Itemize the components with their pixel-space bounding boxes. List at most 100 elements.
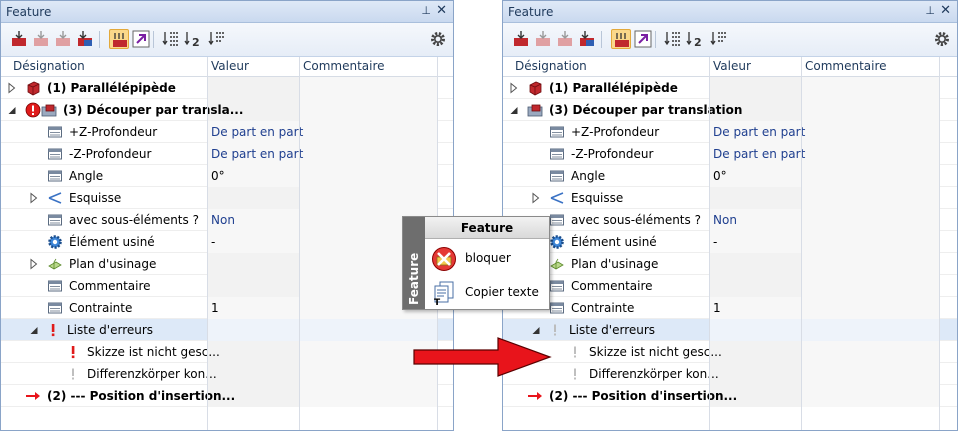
comment-cell[interactable]: [801, 209, 939, 231]
comment-cell[interactable]: [801, 341, 939, 363]
table-row[interactable]: Differenzkörper kon...: [1, 363, 453, 385]
table-row[interactable]: Élément usiné -: [503, 231, 957, 253]
insert-red-icon[interactable]: [9, 29, 29, 49]
comment-cell[interactable]: [801, 143, 939, 165]
table-row[interactable]: Liste d'erreurs: [1, 319, 453, 341]
expand-arrow-icon[interactable]: [509, 82, 519, 94]
comment-cell[interactable]: [801, 253, 939, 275]
comment-cell[interactable]: [801, 231, 939, 253]
column-header-value[interactable]: Valeur: [713, 59, 751, 73]
value-cell[interactable]: [207, 77, 299, 99]
cursor-purple-icon[interactable]: [633, 29, 653, 49]
expand-arrow-icon[interactable]: [7, 82, 17, 94]
insert-grey2-icon[interactable]: [555, 29, 575, 49]
table-row[interactable]: (1) Parallélépipède: [1, 77, 453, 99]
comment-cell[interactable]: [299, 385, 437, 407]
comment-cell[interactable]: [299, 99, 437, 121]
comment-cell[interactable]: [801, 165, 939, 187]
value-cell[interactable]: [207, 341, 299, 363]
active-insert-icon[interactable]: [109, 29, 129, 49]
sort-list-icon[interactable]: [663, 29, 683, 49]
pin-icon[interactable]: ⊥: [925, 4, 935, 17]
insert-blue-icon[interactable]: [75, 29, 95, 49]
comment-cell[interactable]: [801, 363, 939, 385]
sort-filter-icon[interactable]: [207, 29, 227, 49]
table-row[interactable]: Plan d'usinage: [1, 253, 453, 275]
value-cell[interactable]: [709, 187, 801, 209]
collapse-arrow-icon[interactable]: [7, 104, 17, 116]
table-row[interactable]: (2) --- Position d'insertion...: [1, 385, 453, 407]
table-row[interactable]: (3) Découper par translа...: [1, 99, 453, 121]
table-row[interactable]: +Z-Profondeur De part en part: [503, 121, 957, 143]
value-cell[interactable]: [207, 275, 299, 297]
comment-cell[interactable]: [801, 77, 939, 99]
insert-grey-icon[interactable]: [31, 29, 51, 49]
table-row[interactable]: Differenzkörper kon...: [503, 363, 957, 385]
insert-grey2-icon[interactable]: [53, 29, 73, 49]
comment-cell[interactable]: [801, 99, 939, 121]
value-cell[interactable]: [709, 297, 801, 319]
column-header-comment[interactable]: Commentaire: [303, 59, 385, 73]
sort-filter-icon[interactable]: [709, 29, 729, 49]
insert-red-icon[interactable]: [511, 29, 531, 49]
sort-list-icon[interactable]: [161, 29, 181, 49]
comment-cell[interactable]: [801, 385, 939, 407]
table-row[interactable]: Élément usiné -: [1, 231, 453, 253]
table-row[interactable]: Plan d'usinage: [503, 253, 957, 275]
table-row[interactable]: -Z-Profondeur De part en part: [1, 143, 453, 165]
comment-cell[interactable]: [299, 121, 437, 143]
table-row[interactable]: Skizze ist nicht gesc...: [1, 341, 453, 363]
comment-cell[interactable]: [801, 121, 939, 143]
table-row[interactable]: Esquisse: [1, 187, 453, 209]
table-row[interactable]: (3) Découper par translation: [503, 99, 957, 121]
cursor-purple-icon[interactable]: [131, 29, 151, 49]
table-row[interactable]: Commentaire: [503, 275, 957, 297]
value-cell[interactable]: [709, 77, 801, 99]
value-cell[interactable]: [207, 187, 299, 209]
expand-arrow-icon[interactable]: [29, 258, 39, 270]
collapse-arrow-icon[interactable]: [531, 324, 541, 336]
menu-item-copy-text[interactable]: T Copier texte: [427, 277, 547, 309]
value-cell[interactable]: [709, 231, 801, 253]
comment-cell[interactable]: [801, 275, 939, 297]
active-insert-icon[interactable]: [611, 29, 631, 49]
comment-cell[interactable]: [801, 319, 939, 341]
settings-gear-icon[interactable]: [429, 30, 447, 48]
table-row[interactable]: Esquisse: [503, 187, 957, 209]
column-header-designation[interactable]: Désignation: [13, 59, 85, 73]
expand-arrow-icon[interactable]: [29, 192, 39, 204]
value-cell[interactable]: [709, 275, 801, 297]
table-row[interactable]: (1) Parallélépipède: [503, 77, 957, 99]
value-cell[interactable]: [207, 253, 299, 275]
settings-gear-icon[interactable]: [933, 30, 951, 48]
collapse-arrow-icon[interactable]: [29, 324, 39, 336]
table-row[interactable]: (2) --- Position d'insertion...: [503, 385, 957, 407]
table-row[interactable]: avec sous-éléments ? Non: [1, 209, 453, 231]
value-cell[interactable]: [709, 253, 801, 275]
close-icon[interactable]: ✕: [436, 3, 447, 18]
table-row[interactable]: +Z-Profondeur De part en part: [1, 121, 453, 143]
sort-numbered-icon[interactable]: 2: [183, 29, 203, 49]
value-cell[interactable]: [709, 319, 801, 341]
table-row[interactable]: Contrainte 1: [1, 297, 453, 319]
insert-grey-icon[interactable]: [533, 29, 553, 49]
table-row[interactable]: avec sous-éléments ? Non: [503, 209, 957, 231]
close-icon[interactable]: ✕: [940, 3, 951, 18]
value-cell[interactable]: [207, 297, 299, 319]
menu-item-block[interactable]: bloquer: [427, 243, 547, 275]
value-cell[interactable]: [709, 363, 801, 385]
table-row[interactable]: Commentaire: [1, 275, 453, 297]
pin-icon[interactable]: ⊥: [421, 4, 431, 17]
table-row[interactable]: Angle 0°: [503, 165, 957, 187]
expand-arrow-icon[interactable]: [531, 192, 541, 204]
value-cell[interactable]: [207, 231, 299, 253]
comment-cell[interactable]: [299, 187, 437, 209]
collapse-arrow-icon[interactable]: [509, 104, 519, 116]
column-header-value[interactable]: Valeur: [211, 59, 249, 73]
comment-cell[interactable]: [801, 297, 939, 319]
table-row[interactable]: Liste d'erreurs: [503, 319, 957, 341]
table-row[interactable]: Skizze ist nicht gesc...: [503, 341, 957, 363]
comment-cell[interactable]: [801, 187, 939, 209]
table-row[interactable]: Angle 0°: [1, 165, 453, 187]
sort-numbered-icon[interactable]: 2: [685, 29, 705, 49]
